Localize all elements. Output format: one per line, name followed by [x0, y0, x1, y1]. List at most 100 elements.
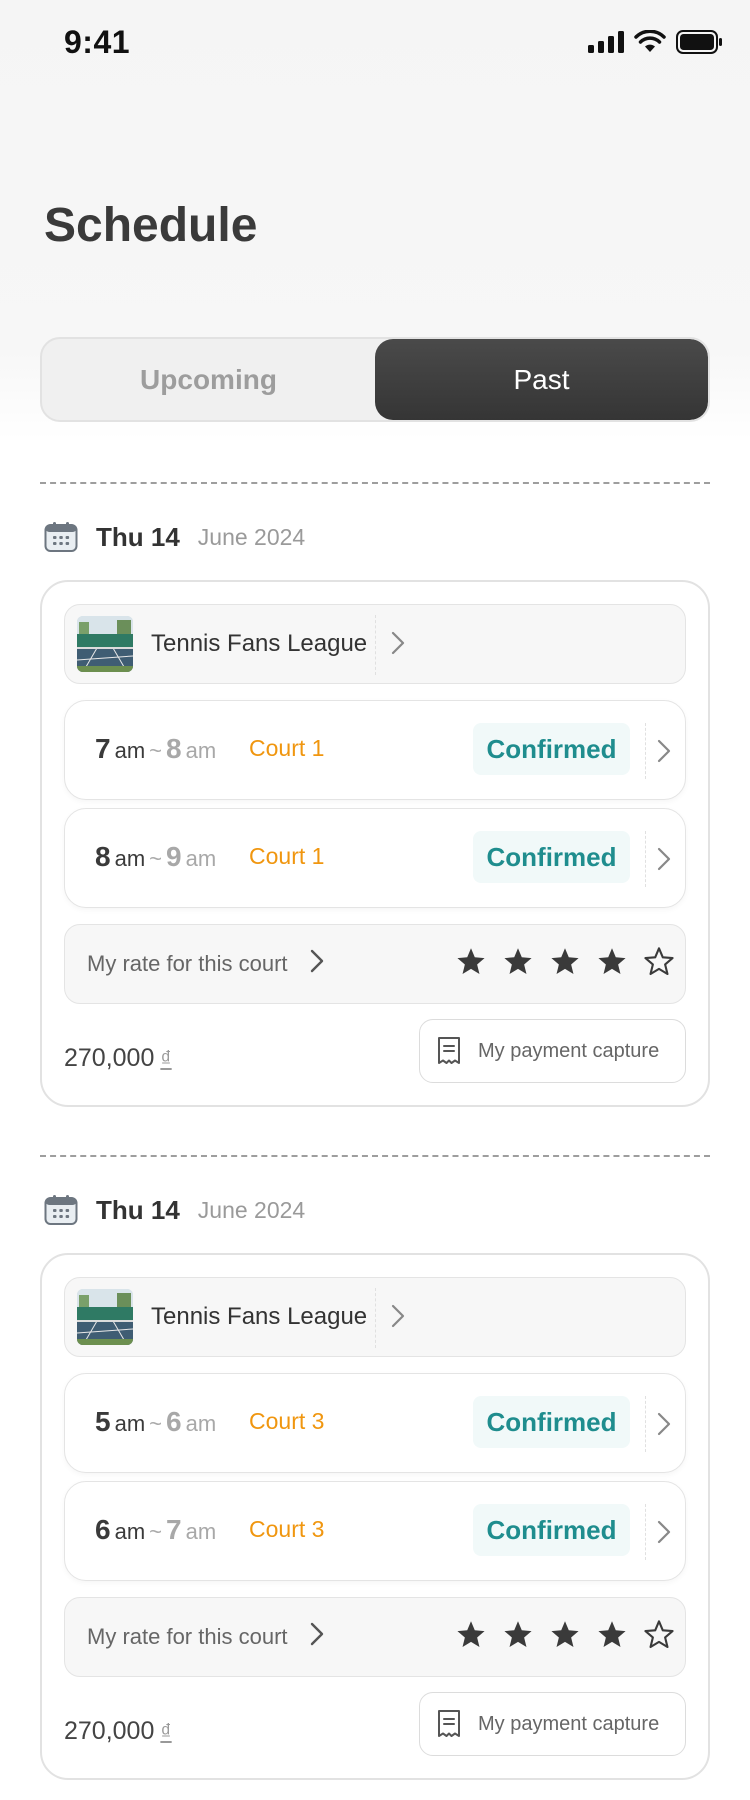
- star-filled-icon[interactable]: [502, 947, 534, 977]
- time-range: 8 am ~ 9 am: [95, 841, 216, 873]
- section-divider: [40, 482, 710, 484]
- start-hour: 8: [95, 841, 111, 872]
- price-value: 270,000: [64, 1044, 155, 1072]
- end-hour: 8: [166, 733, 182, 764]
- end-hour: 6: [166, 1406, 182, 1437]
- end-hour: 7: [166, 1514, 182, 1545]
- start-hour: 5: [95, 1406, 111, 1437]
- time-separator: ~: [149, 1411, 162, 1436]
- time-separator: ~: [149, 1519, 162, 1544]
- date-month: June 2024: [197, 523, 306, 550]
- chevron-right-icon: [657, 847, 671, 876]
- status-badge: Confirmed: [473, 1396, 630, 1448]
- court-label: Court 3: [249, 1408, 325, 1434]
- time-slot-row[interactable]: 6 am ~ 7 am Court 3 Confirmed: [64, 1481, 686, 1581]
- status-badge: Confirmed: [473, 831, 630, 883]
- league-name: Tennis Fans League: [151, 1303, 368, 1330]
- receipt-icon: [436, 1709, 462, 1739]
- rate-label: My rate for this court: [87, 951, 288, 976]
- divider: [645, 723, 646, 779]
- status-badge: Confirmed: [473, 1504, 630, 1556]
- time-separator: ~: [149, 846, 162, 871]
- star-filled-icon[interactable]: [502, 1620, 534, 1650]
- date-day: Thu 14: [96, 1194, 180, 1225]
- end-period: am: [185, 1519, 217, 1544]
- currency-symbol: ₫: [160, 1046, 172, 1071]
- chevron-right-icon: [657, 739, 671, 768]
- date-day: Thu 14: [96, 521, 180, 552]
- chevron-right-icon: [391, 1304, 405, 1333]
- time-separator: ~: [149, 738, 162, 763]
- star-filled-icon[interactable]: [549, 1620, 581, 1650]
- rate-label: My rate for this court: [87, 1624, 288, 1649]
- calendar-icon: [44, 1194, 78, 1226]
- payment-capture-button[interactable]: My payment capture: [419, 1692, 686, 1756]
- chevron-right-icon: [657, 1412, 671, 1441]
- date-row: Thu 14 June 2024: [44, 517, 305, 557]
- time-slot-row[interactable]: 8 am ~ 9 am Court 1 Confirmed: [64, 808, 686, 908]
- time-range: 6 am ~ 7 am: [95, 1514, 216, 1546]
- star-rating: [455, 947, 675, 977]
- start-period: am: [114, 1519, 146, 1544]
- court-rating-row[interactable]: My rate for this court: [64, 924, 686, 1004]
- payment-capture-label: My payment capture: [478, 1039, 660, 1062]
- battery-icon: [676, 30, 722, 59]
- star-empty-icon[interactable]: [643, 947, 675, 977]
- league-row[interactable]: Tennis Fans League: [64, 1277, 686, 1357]
- court-label: Court 1: [249, 843, 325, 869]
- time-range: 5 am ~ 6 am: [95, 1406, 216, 1438]
- court-rating-row[interactable]: My rate for this court: [64, 1597, 686, 1677]
- payment-capture-button[interactable]: My payment capture: [419, 1019, 686, 1083]
- time-slot-row[interactable]: 7 am ~ 8 am Court 1 Confirmed: [64, 700, 686, 800]
- league-row[interactable]: Tennis Fans League: [64, 604, 686, 684]
- start-hour: 7: [95, 733, 111, 764]
- chevron-right-icon: [391, 631, 405, 660]
- end-period: am: [185, 738, 217, 763]
- section-divider: [40, 1155, 710, 1157]
- start-period: am: [114, 738, 146, 763]
- booking-card: Tennis Fans League 7 am ~ 8 am Court 1 C…: [40, 580, 710, 1107]
- status-badge: Confirmed: [473, 723, 630, 775]
- court-thumbnail: [77, 616, 133, 672]
- tab-past[interactable]: Past: [375, 339, 708, 420]
- signal-icon: [588, 31, 624, 58]
- court-thumbnail: [77, 1289, 133, 1345]
- price: 270,000 ₫: [64, 1044, 172, 1073]
- price-value: 270,000: [64, 1717, 155, 1745]
- price: 270,000 ₫: [64, 1717, 172, 1746]
- star-filled-icon[interactable]: [596, 947, 628, 977]
- league-name: Tennis Fans League: [151, 630, 368, 657]
- divider: [645, 1396, 646, 1452]
- star-filled-icon[interactable]: [596, 1620, 628, 1650]
- booking-card: Tennis Fans League 5 am ~ 6 am Court 3 C…: [40, 1253, 710, 1780]
- date-row: Thu 14 June 2024: [44, 1190, 305, 1230]
- end-period: am: [185, 1411, 217, 1436]
- start-hour: 6: [95, 1514, 111, 1545]
- end-hour: 9: [166, 841, 182, 872]
- end-period: am: [185, 846, 217, 871]
- star-filled-icon[interactable]: [455, 1620, 487, 1650]
- tab-upcoming[interactable]: Upcoming: [42, 339, 375, 420]
- divider: [375, 615, 376, 675]
- time-range: 7 am ~ 8 am: [95, 733, 216, 765]
- status-bar: 9:41: [0, 0, 750, 90]
- court-label: Court 1: [249, 735, 325, 761]
- divider: [645, 1504, 646, 1560]
- chevron-right-icon: [657, 1520, 671, 1549]
- star-rating: [455, 1620, 675, 1650]
- schedule-tabs: Upcoming Past: [40, 337, 710, 422]
- wifi-icon: [634, 29, 666, 59]
- receipt-icon: [436, 1036, 462, 1066]
- payment-capture-label: My payment capture: [478, 1712, 660, 1735]
- divider: [375, 1288, 376, 1348]
- time-slot-row[interactable]: 5 am ~ 6 am Court 3 Confirmed: [64, 1373, 686, 1473]
- start-period: am: [114, 846, 146, 871]
- divider: [645, 831, 646, 887]
- page-title: Schedule: [44, 199, 258, 252]
- star-filled-icon[interactable]: [549, 947, 581, 977]
- status-icons: [588, 29, 722, 59]
- star-empty-icon[interactable]: [643, 1620, 675, 1650]
- star-filled-icon[interactable]: [455, 947, 487, 977]
- calendar-icon: [44, 521, 78, 553]
- status-time: 9:41: [64, 24, 131, 60]
